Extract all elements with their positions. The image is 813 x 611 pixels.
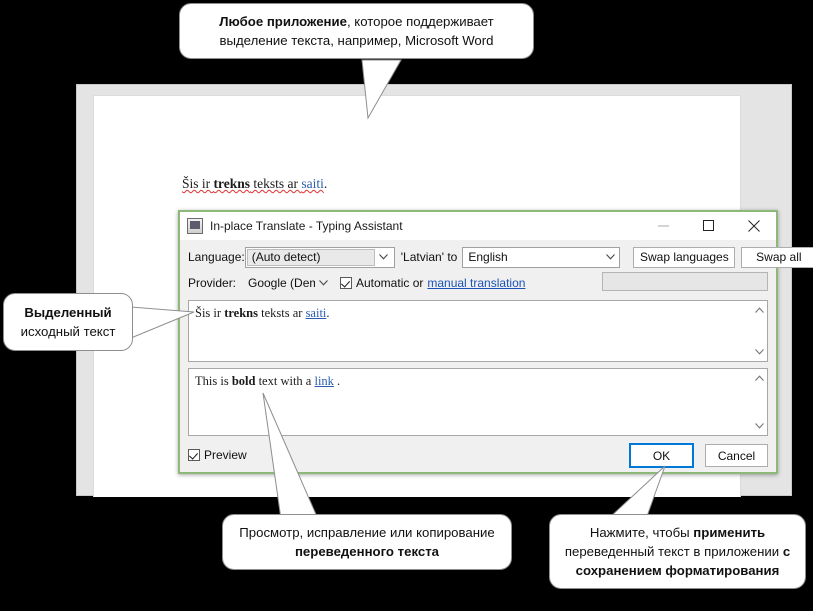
close-icon[interactable] (731, 212, 776, 239)
maximize-icon[interactable] (686, 212, 731, 239)
provider-value: Google (Demo) (248, 276, 315, 290)
in-place-translate-dialog: In-place Translate - Typing Assistant La… (178, 210, 813, 474)
automatic-label: Automatic or (356, 276, 424, 290)
automatic-checkbox[interactable]: Automatic or (340, 276, 423, 290)
callout-apply-lead: Нажмите, чтобы (589, 525, 694, 540)
language-to-label: 'Latvian' to (400, 250, 458, 264)
minimize-icon[interactable] (641, 212, 686, 239)
provider-row: Provider: Google (Demo) Automatic or man… (188, 272, 768, 294)
swap-languages-button[interactable]: Swap languages (633, 246, 736, 268)
source-part3: . (326, 306, 330, 320)
chevron-down-icon (602, 248, 619, 267)
doc-text-part1: Šis ir (182, 176, 214, 191)
scroll-up-icon[interactable] (752, 371, 768, 385)
chevron-down-icon (375, 248, 392, 267)
callout-review-translated-text: Просмотр, исправление или копирование пе… (222, 514, 512, 570)
source-scrollbar[interactable] (751, 301, 767, 361)
source-part2: teksts ar (258, 306, 306, 320)
callout-app-bold: Любое приложение (219, 14, 347, 29)
source-bold: trekns (224, 306, 258, 320)
doc-text-part2: teksts ar (250, 176, 302, 191)
callout-any-application: Любое приложение, которое поддерживает в… (179, 3, 534, 59)
language-label: Language: (188, 250, 245, 264)
target-link[interactable]: link (314, 374, 333, 388)
provider-label: Provider: (188, 276, 237, 290)
scroll-down-icon[interactable] (752, 419, 768, 433)
target-part1: This is (195, 374, 232, 388)
source-text-box[interactable]: Šis ir trekns teksts ar saiti. (188, 300, 768, 362)
callout-apply-mid: переведенный текст в приложении (564, 544, 783, 559)
dialog-title: In-place Translate - Typing Assistant (210, 218, 403, 233)
checkmark-icon (188, 449, 200, 461)
scroll-up-icon[interactable] (752, 303, 768, 317)
translated-scrollbar[interactable] (751, 369, 767, 435)
dialog-title-bar[interactable]: In-place Translate - Typing Assistant (180, 212, 776, 240)
dialog-footer: Preview OK Cancel (180, 438, 776, 474)
ok-button[interactable]: OK (629, 443, 694, 468)
source-language-value: (Auto detect) (246, 248, 375, 266)
callout-middle-bold: переведенного текста (294, 544, 440, 559)
translated-text-content: This is bold text with a link . (195, 374, 747, 389)
preview-checkbox[interactable]: Preview (188, 448, 247, 462)
scroll-down-icon[interactable] (752, 345, 768, 359)
doc-text-bold: trekns (213, 176, 251, 191)
doc-text-link[interactable]: saiti (301, 176, 324, 191)
target-language-select[interactable]: English (462, 246, 621, 268)
app-icon (187, 217, 203, 234)
doc-text-part3: . (323, 176, 328, 191)
swap-all-button[interactable]: Swap all (741, 246, 813, 268)
manual-translation-link[interactable]: manual translation (427, 276, 525, 290)
target-part3: . (333, 374, 341, 388)
word-document-text: Šis ir trekns teksts ar saiti. (182, 176, 327, 192)
target-part2: text with a (255, 374, 315, 388)
callout-selected-source-text: Выделенный исходный текст (3, 293, 133, 351)
target-bold: bold (231, 374, 256, 388)
callout-middle-lead: Просмотр, исправление или копирование (239, 525, 495, 540)
callout-source-bold: Выделенный (24, 305, 112, 320)
checkmark-icon (340, 277, 352, 289)
dialog-body: Language: (Auto detect) 'Latvian' to Eng… (180, 240, 813, 474)
translation-progress-bar (602, 272, 768, 291)
preview-label: Preview (204, 448, 247, 462)
source-language-select[interactable]: (Auto detect) (244, 246, 395, 268)
cancel-button[interactable]: Cancel (705, 444, 768, 467)
target-language-value: English (468, 250, 508, 264)
chevron-down-icon (315, 274, 332, 293)
source-text-content: Šis ir trekns teksts ar saiti. (195, 306, 747, 321)
callout-apply-bold1: применить (693, 525, 766, 540)
callout-source-rest: исходный текст (20, 324, 116, 339)
translated-text-box[interactable]: This is bold text with a link . (188, 368, 768, 436)
provider-select[interactable]: Google (Demo) (246, 273, 332, 294)
callout-apply-translation: Нажмите, чтобы применить переведенный те… (549, 514, 806, 589)
source-part1: Šis ir (195, 306, 225, 320)
source-link[interactable]: saiti (306, 306, 327, 320)
language-row: Language: (Auto detect) 'Latvian' to Eng… (188, 246, 813, 268)
